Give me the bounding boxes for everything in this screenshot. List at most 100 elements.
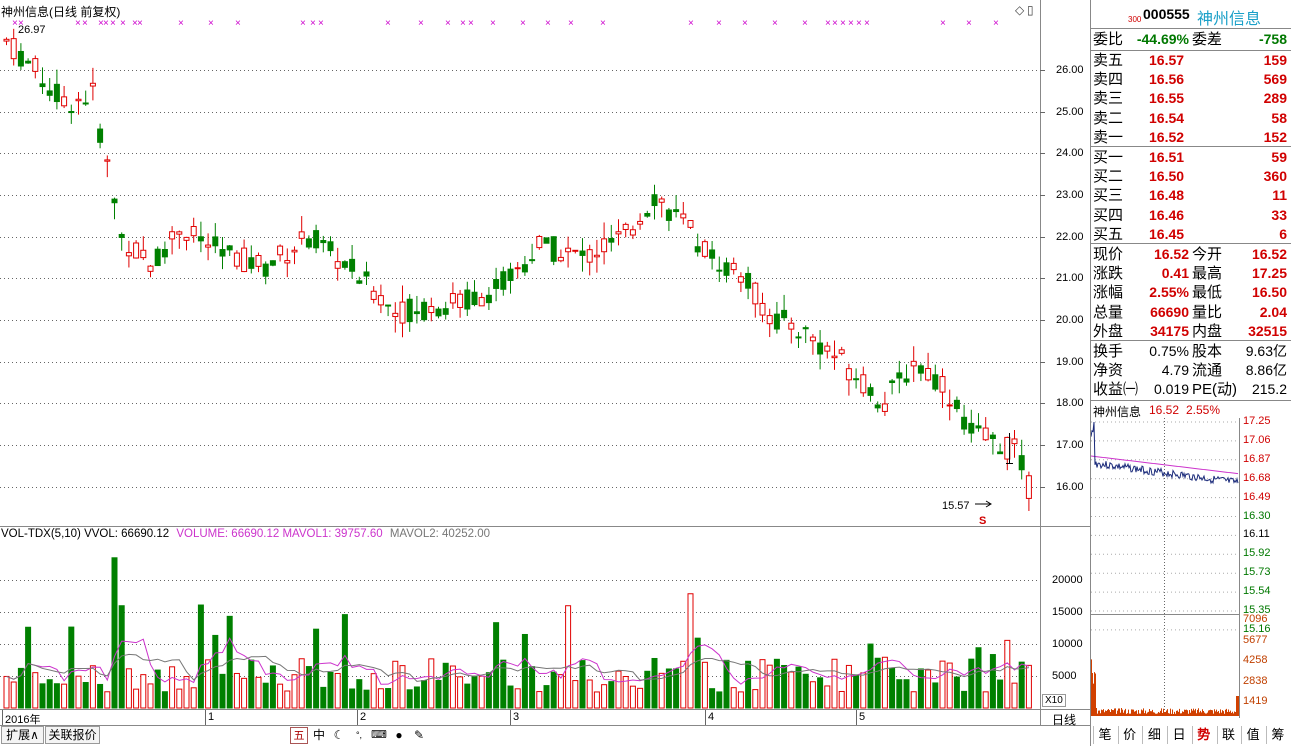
candle: [370, 286, 377, 304]
candle: [917, 363, 924, 382]
candle: [1011, 430, 1018, 458]
stat-value: 32515: [1248, 322, 1287, 339]
mini-price-tick: 16.30: [1243, 509, 1271, 522]
quote-tab[interactable]: 势: [1191, 726, 1215, 744]
candle: [1025, 471, 1032, 511]
candle: [586, 244, 593, 276]
volume-bar: [579, 660, 586, 709]
volume-bar: [435, 679, 442, 709]
ask-label: 卖一: [1093, 128, 1124, 146]
bid-volume: 59: [1271, 149, 1287, 165]
candle: [795, 331, 802, 349]
volume-bar: [421, 680, 428, 709]
candle: [478, 292, 485, 307]
volume-bar: [449, 665, 456, 709]
stock-name: 神州信息: [1197, 11, 1262, 28]
volume-bar: [356, 679, 363, 709]
window-icon[interactable]: ▯: [1027, 3, 1034, 17]
candle: [97, 123, 104, 149]
candle: [953, 396, 960, 413]
chinese-input-icon[interactable]: 中: [310, 727, 328, 744]
candle: [853, 368, 860, 389]
signal-x-marker: ×: [235, 18, 241, 29]
fund-label: 流通: [1192, 362, 1223, 380]
stock-code: 000555: [1143, 6, 1190, 22]
dots-icon[interactable]: °,: [350, 727, 368, 744]
candle: [226, 244, 233, 257]
keyboard-icon[interactable]: ⌨: [370, 727, 388, 744]
volume-bar: [896, 679, 903, 709]
mini-vol-tick: 1419: [1243, 695, 1268, 707]
volume-bar: [118, 605, 125, 709]
signal-x-marker: ×: [600, 18, 606, 29]
volume-bar: [377, 688, 384, 709]
weibi-value: -44.69%: [1136, 31, 1189, 47]
ask-row: 卖二 16.54 58: [1091, 109, 1291, 128]
quote-tab[interactable]: 细: [1142, 726, 1165, 744]
volume-bar: [716, 691, 723, 709]
candle: [709, 241, 716, 270]
bid-volume: 360: [1263, 168, 1287, 185]
x-axis-label: 4: [708, 711, 715, 723]
bid-label: 买二: [1093, 168, 1124, 186]
price-tick-label: 25.00: [1056, 105, 1084, 118]
volume-bar: [543, 685, 550, 709]
candle: [874, 401, 881, 413]
volume-bar: [205, 659, 212, 709]
signal-x-marker: ×: [966, 18, 972, 29]
volume-bar: [968, 658, 975, 709]
candle: [788, 317, 795, 344]
ask-label: 卖四: [1093, 71, 1124, 89]
bid-volume: 11: [1272, 187, 1287, 204]
candle: [773, 301, 780, 334]
quote-tab[interactable]: 联: [1216, 726, 1240, 744]
bid-label: 买五: [1093, 225, 1124, 243]
candle: [925, 352, 932, 382]
five-icon[interactable]: 五: [290, 727, 308, 744]
candle: [975, 413, 982, 432]
candle: [255, 252, 262, 273]
stat-value: 16.52: [1153, 246, 1189, 262]
volume-bar: [284, 690, 291, 709]
volume-bar: [125, 668, 132, 709]
fund-label: 换手: [1093, 343, 1124, 360]
stat-label: 最低: [1192, 284, 1223, 302]
candle: [536, 234, 543, 250]
expand-button[interactable]: 扩展∧: [1, 726, 44, 744]
kline-chart-area[interactable]: × × × × × × × × × × × × × × × × × × × × × × × × × × × × × × × × × × × × × × × ×: [0, 0, 1090, 746]
x-axis-label: 5: [859, 711, 866, 723]
candle: [831, 340, 838, 370]
signal-x-marker: ×: [993, 18, 999, 29]
volume-bar: [327, 671, 334, 709]
candle: [291, 246, 298, 265]
signal-x-marker: ×: [848, 18, 854, 29]
candle: [82, 90, 89, 106]
quote-tab[interactable]: 筹: [1265, 726, 1289, 744]
candle: [500, 266, 507, 296]
volume-bar: [910, 691, 917, 709]
user-icon[interactable]: ●: [390, 727, 408, 744]
ask-row: 卖一 16.52 152: [1091, 128, 1291, 147]
candle: [233, 250, 240, 270]
diamond-icon[interactable]: ◇: [1015, 3, 1024, 17]
volume-bar: [269, 665, 276, 709]
related-quotes-button[interactable]: 关联报价: [45, 726, 100, 744]
candle: [46, 78, 53, 102]
quote-tab[interactable]: 值: [1241, 726, 1264, 744]
candle: [629, 225, 636, 240]
period-label[interactable]: 日线: [1052, 711, 1076, 728]
volume-bar: [140, 674, 147, 709]
moon-icon[interactable]: ☾: [330, 727, 348, 744]
candle: [457, 289, 464, 318]
quote-tab[interactable]: 价: [1117, 726, 1141, 744]
stat-row: 外盘 34175 内盘 32515: [1091, 322, 1291, 341]
fund-value: 0.75%: [1149, 343, 1189, 359]
quote-tab[interactable]: 日: [1167, 726, 1190, 744]
volume-bar: [831, 658, 838, 709]
volume-bar: [536, 691, 543, 709]
candle: [435, 306, 442, 319]
quote-tab[interactable]: 笔: [1093, 726, 1116, 744]
volume-bar: [17, 667, 24, 709]
volume-bar: [32, 672, 39, 709]
wrench-icon[interactable]: ✎: [410, 727, 428, 744]
